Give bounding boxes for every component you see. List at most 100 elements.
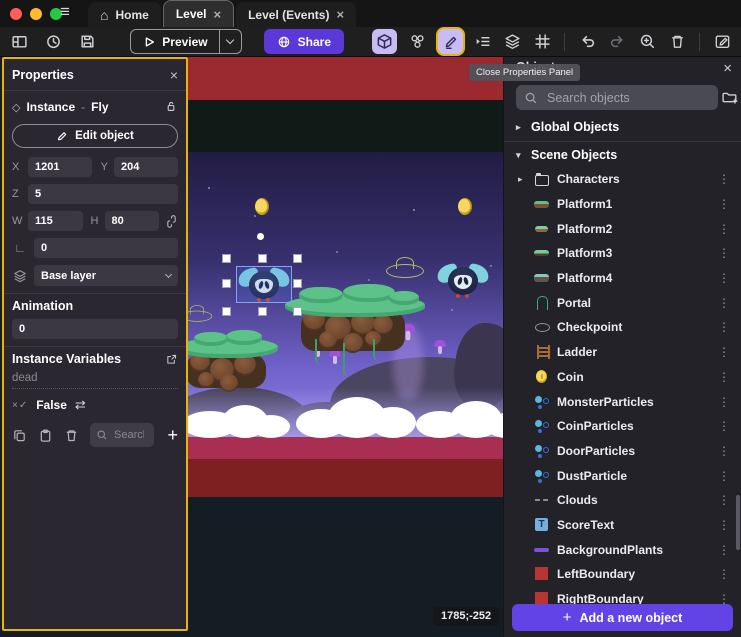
y-input[interactable] bbox=[114, 157, 178, 177]
resize-handle[interactable] bbox=[222, 254, 231, 263]
row-menu-icon[interactable] bbox=[713, 222, 735, 236]
delete-button[interactable] bbox=[666, 31, 688, 53]
row-menu-icon[interactable] bbox=[713, 271, 735, 285]
object-row[interactable]: Checkpoint bbox=[504, 315, 741, 340]
history-icon[interactable] bbox=[42, 31, 64, 53]
row-menu-icon[interactable] bbox=[713, 469, 735, 483]
row-menu-icon[interactable] bbox=[713, 197, 735, 211]
row-menu-icon[interactable] bbox=[713, 246, 735, 260]
grid-button[interactable] bbox=[531, 31, 553, 53]
global-objects-section[interactable]: ▸ Global Objects bbox=[504, 115, 741, 139]
row-menu-icon[interactable] bbox=[713, 543, 735, 557]
lock-aspect-ratio-icon[interactable] bbox=[165, 215, 178, 228]
close-objects-panel-icon[interactable] bbox=[723, 60, 732, 77]
object-row[interactable]: ▸Characters bbox=[504, 167, 741, 192]
expand-arrow-icon[interactable]: ▸ bbox=[518, 174, 527, 185]
close-panel-icon[interactable] bbox=[170, 67, 178, 83]
fly-sprite[interactable] bbox=[437, 260, 489, 300]
layer-select[interactable]: Base layer bbox=[34, 265, 178, 286]
add-variable-icon[interactable] bbox=[167, 425, 178, 446]
object-row[interactable]: Platform1 bbox=[504, 192, 741, 217]
redo-button[interactable] bbox=[606, 31, 628, 53]
object-row[interactable]: Coin bbox=[504, 365, 741, 390]
toggle-value-icon[interactable] bbox=[75, 397, 86, 413]
properties-panel-toggle[interactable] bbox=[438, 29, 463, 54]
x-input[interactable] bbox=[28, 157, 92, 177]
preview-dropdown-icon[interactable] bbox=[219, 30, 241, 53]
3d-view-toggle[interactable] bbox=[372, 29, 397, 54]
object-row[interactable]: Platform4 bbox=[504, 266, 741, 291]
row-menu-icon[interactable] bbox=[713, 419, 735, 433]
resize-handle[interactable] bbox=[222, 279, 231, 288]
object-row[interactable]: Platform3 bbox=[504, 241, 741, 266]
object-groups-button[interactable] bbox=[405, 29, 430, 54]
variables-search-input[interactable] bbox=[112, 428, 146, 442]
row-menu-icon[interactable] bbox=[713, 567, 735, 581]
row-menu-icon[interactable] bbox=[713, 395, 735, 409]
object-row[interactable]: Ladder bbox=[504, 340, 741, 365]
copy-icon[interactable] bbox=[12, 428, 27, 443]
rotation-handle[interactable] bbox=[257, 233, 264, 240]
resize-handle[interactable] bbox=[293, 307, 302, 316]
tab-level-events[interactable]: Level (Events) bbox=[236, 2, 356, 27]
variables-search[interactable] bbox=[90, 423, 154, 447]
paste-icon[interactable] bbox=[38, 428, 53, 443]
zoom-button[interactable] bbox=[636, 31, 658, 53]
object-row[interactable]: DoorParticles bbox=[504, 439, 741, 464]
add-new-object-button[interactable]: Add a new object bbox=[512, 604, 733, 631]
scene-objects-section[interactable]: ▾ Scene Objects bbox=[504, 143, 741, 167]
resize-handle[interactable] bbox=[293, 254, 302, 263]
close-window-icon[interactable] bbox=[10, 8, 22, 20]
project-notes-button[interactable] bbox=[711, 31, 733, 53]
resize-handle[interactable] bbox=[222, 307, 231, 316]
row-menu-icon[interactable] bbox=[713, 320, 735, 334]
lock-open-icon[interactable] bbox=[164, 99, 178, 116]
panels-layout-icon[interactable] bbox=[8, 31, 30, 53]
variable-name[interactable]: dead bbox=[12, 372, 178, 389]
coin-sprite[interactable] bbox=[255, 198, 269, 215]
z-input[interactable] bbox=[28, 184, 178, 204]
object-row[interactable]: BackgroundPlants bbox=[504, 537, 741, 562]
undo-button[interactable] bbox=[576, 31, 598, 53]
row-menu-icon[interactable] bbox=[713, 345, 735, 359]
object-row[interactable]: ScoreText bbox=[504, 513, 741, 538]
save-icon[interactable] bbox=[76, 31, 98, 53]
object-row[interactable]: CoinParticles bbox=[504, 414, 741, 439]
row-menu-icon[interactable] bbox=[713, 172, 735, 186]
angle-input[interactable] bbox=[34, 238, 178, 258]
scrollbar-thumb[interactable] bbox=[736, 495, 740, 550]
layers-button[interactable] bbox=[501, 31, 523, 53]
animation-input[interactable] bbox=[12, 319, 178, 339]
width-input[interactable] bbox=[28, 211, 83, 231]
object-row[interactable]: Clouds bbox=[504, 488, 741, 513]
objects-search-input[interactable] bbox=[545, 90, 710, 106]
tab-level[interactable]: Level bbox=[163, 0, 234, 27]
object-row[interactable]: Portal bbox=[504, 290, 741, 315]
objects-search[interactable] bbox=[516, 85, 718, 110]
minimize-window-icon[interactable] bbox=[30, 8, 42, 20]
coin-sprite[interactable] bbox=[458, 198, 472, 215]
menu-icon[interactable] bbox=[60, 2, 70, 22]
row-menu-icon[interactable] bbox=[713, 296, 735, 310]
instances-list-button[interactable] bbox=[471, 31, 493, 53]
resize-handle[interactable] bbox=[293, 279, 302, 288]
preview-button[interactable]: Preview bbox=[130, 29, 241, 54]
row-menu-icon[interactable] bbox=[713, 444, 735, 458]
variable-value[interactable]: False bbox=[36, 398, 67, 412]
tab-home[interactable]: Home bbox=[88, 2, 161, 27]
add-folder-icon[interactable] bbox=[718, 89, 741, 106]
height-input[interactable] bbox=[105, 211, 160, 231]
floating-island[interactable] bbox=[285, 287, 425, 362]
object-row[interactable]: Platform2 bbox=[504, 216, 741, 241]
share-button[interactable]: Share bbox=[264, 29, 344, 54]
object-row[interactable]: MonsterParticles bbox=[504, 389, 741, 414]
row-menu-icon[interactable] bbox=[713, 370, 735, 384]
trash-icon[interactable] bbox=[64, 428, 79, 443]
row-menu-icon[interactable] bbox=[713, 518, 735, 532]
close-tab-icon[interactable] bbox=[336, 7, 344, 22]
resize-handle[interactable] bbox=[258, 254, 267, 263]
edit-object-button[interactable]: Edit object bbox=[12, 124, 178, 148]
row-menu-icon[interactable] bbox=[713, 493, 735, 507]
open-variables-icon[interactable] bbox=[165, 353, 178, 366]
close-tab-icon[interactable] bbox=[214, 7, 222, 22]
